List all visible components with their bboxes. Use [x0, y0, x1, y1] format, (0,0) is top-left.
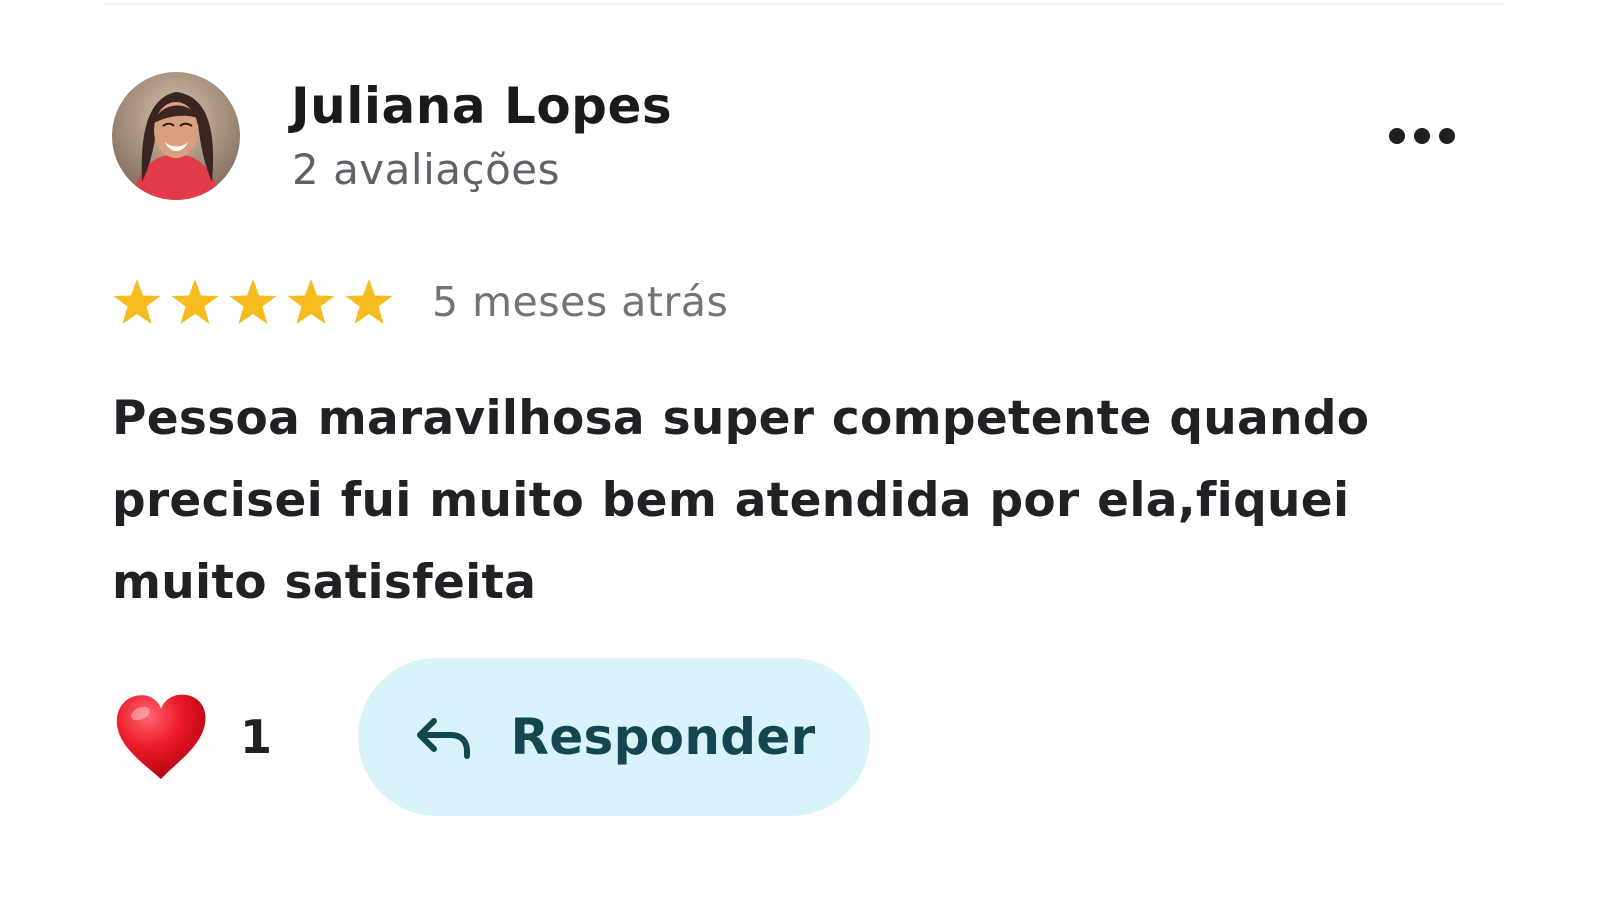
heart-icon	[116, 694, 206, 780]
reply-label: Responder	[510, 708, 816, 766]
star-rating	[112, 277, 394, 327]
top-divider	[105, 3, 1505, 5]
star-icon	[229, 279, 277, 324]
reply-button[interactable]: Responder	[358, 658, 871, 816]
review-text-line: precisei fui muito bem atendida por ela,…	[112, 473, 1350, 528]
reply-arrow-icon	[416, 718, 470, 759]
review-count: 2 avaliações	[292, 145, 560, 194]
review-text: Pessoa maravilhosa super competente quan…	[112, 378, 1512, 624]
more-horizontal-icon	[1389, 128, 1455, 144]
profile-photo-icon	[112, 72, 240, 200]
avatar[interactable]	[112, 72, 240, 200]
review-text-line: muito satisfeita	[112, 555, 537, 610]
star-icon	[113, 279, 161, 324]
like-button[interactable]: 1	[112, 691, 272, 783]
review-card: Juliana Lopes 2 avaliações 5 meses atrás…	[0, 0, 1600, 900]
review-text-line: Pessoa maravilhosa super competente quan…	[112, 391, 1370, 446]
star-icon	[171, 279, 219, 324]
like-count: 1	[240, 710, 273, 764]
review-timestamp: 5 meses atrás	[432, 278, 729, 326]
author-name[interactable]: Juliana Lopes	[291, 74, 672, 138]
star-icon	[345, 279, 393, 324]
review-actions: 1 Responder	[112, 658, 871, 816]
more-options-button[interactable]	[1380, 110, 1464, 162]
rating-row: 5 meses atrás	[112, 272, 728, 332]
star-icon	[287, 279, 335, 324]
